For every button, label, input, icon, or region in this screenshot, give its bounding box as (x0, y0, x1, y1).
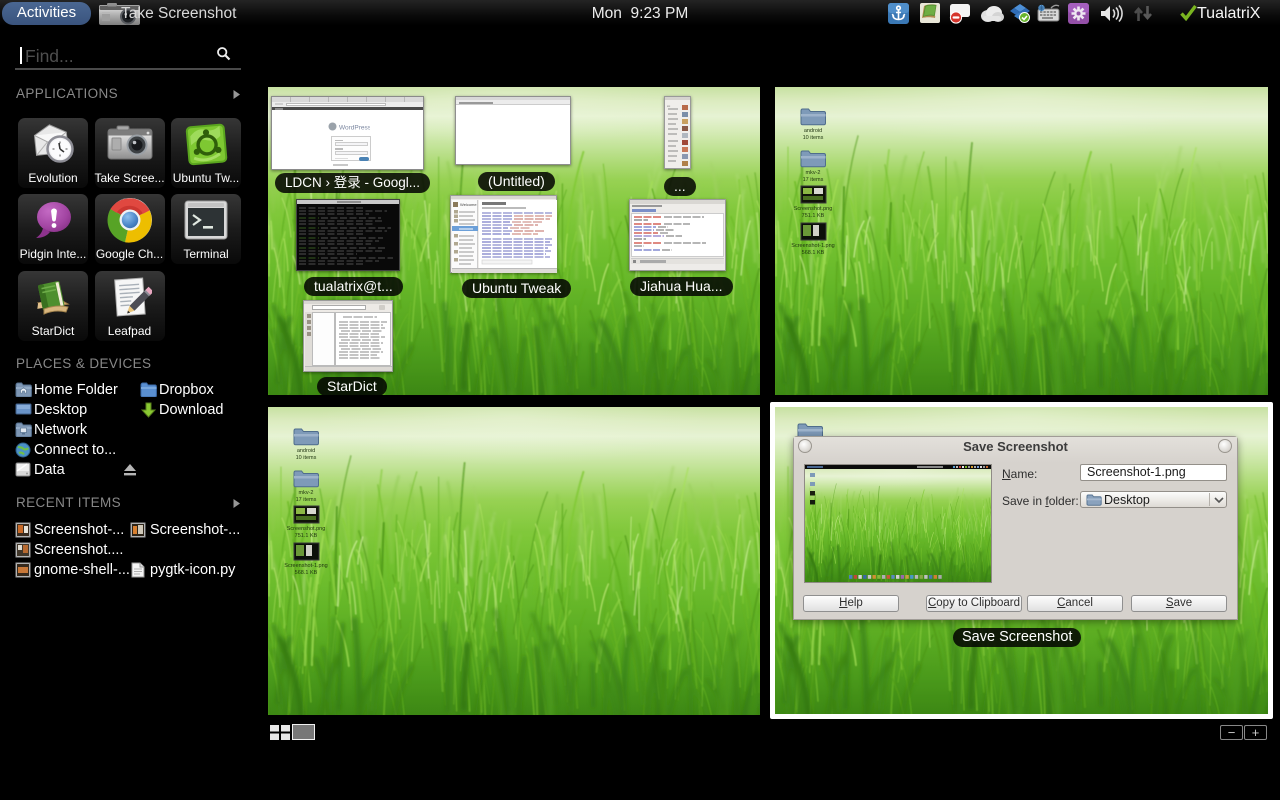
svg-text:Welcome: Welcome (460, 202, 477, 207)
svg-text:Screenshot.png: Screenshot.png (794, 206, 833, 212)
svg-text:17 items: 17 items (296, 497, 317, 503)
svg-text:android: android (297, 448, 315, 454)
svg-text:mkv-2: mkv-2 (806, 170, 821, 176)
svg-text:10 items: 10 items (296, 455, 317, 461)
svg-text:Screenshot-1.png: Screenshot-1.png (284, 563, 327, 569)
svg-text:568.1 KB: 568.1 KB (295, 570, 318, 576)
svg-text:android: android (804, 128, 822, 134)
svg-text:Screenshot.png: Screenshot.png (287, 526, 326, 532)
svg-text:751.1 KB: 751.1 KB (802, 213, 825, 219)
svg-text:Screenshot-1.png: Screenshot-1.png (791, 243, 834, 249)
svg-text:568.1 KB: 568.1 KB (802, 250, 825, 256)
svg-text:WordPress: WordPress (339, 125, 370, 132)
svg-text:10 items: 10 items (803, 135, 824, 141)
svg-text:751.1 KB: 751.1 KB (295, 533, 318, 539)
svg-text:▪▪▪: ▪▪▪ (667, 104, 670, 108)
svg-text:17 items: 17 items (803, 177, 824, 183)
svg-text:mkv-2: mkv-2 (299, 490, 314, 496)
